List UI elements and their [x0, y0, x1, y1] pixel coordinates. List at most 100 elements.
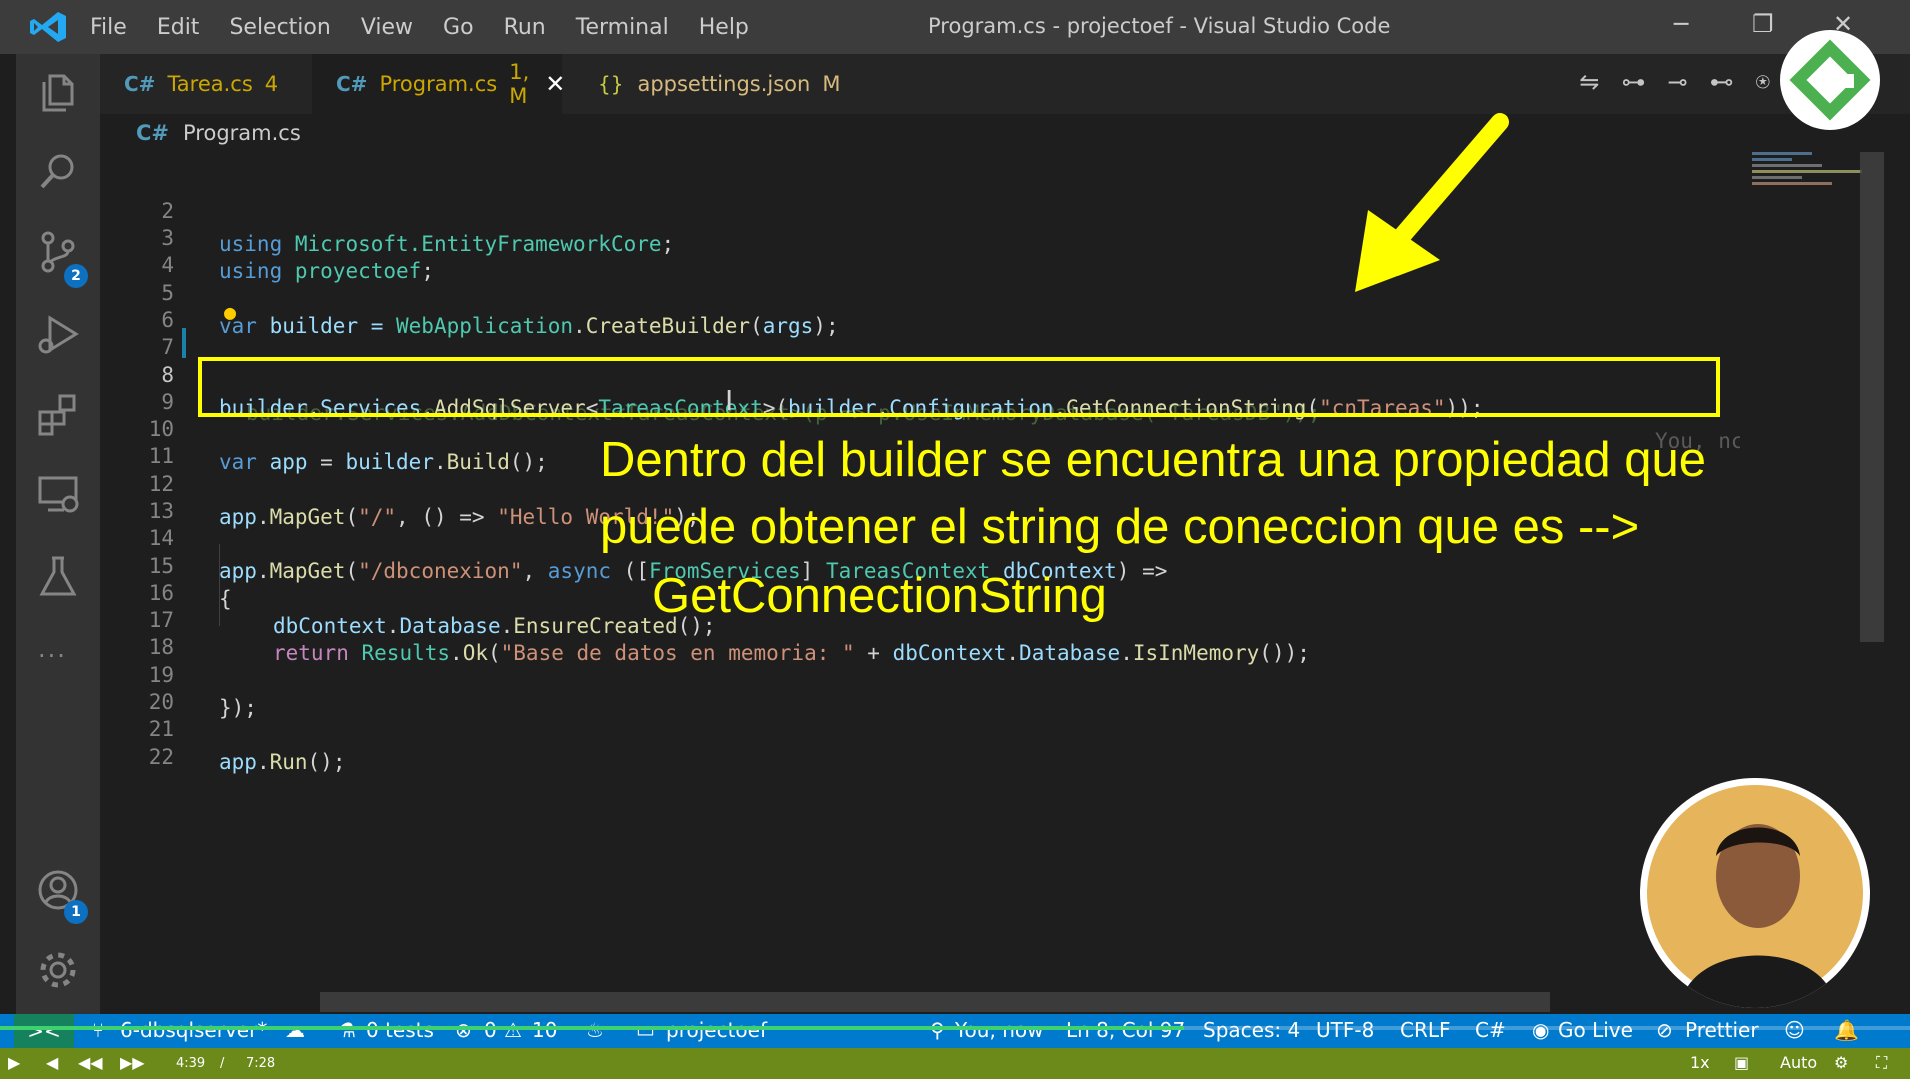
breadcrumb-file[interactable]: Program.cs: [183, 121, 301, 145]
menu-help[interactable]: Help: [699, 15, 749, 40]
fast-forward-icon[interactable]: ▶▶: [120, 1053, 145, 1072]
play-icon[interactable]: ▶: [8, 1053, 20, 1072]
tab-program-cs[interactable]: C# Program.cs 1, M ✕: [312, 54, 565, 114]
accounts-badge: 1: [64, 900, 88, 924]
volume-icon[interactable]: ◀: [46, 1053, 58, 1072]
vertical-scrollbar[interactable]: [1860, 152, 1884, 642]
annotation-line-3: GetConnectionString: [652, 569, 1107, 623]
quality-selector[interactable]: Auto: [1780, 1053, 1817, 1072]
git-branch[interactable]: 6-dbsqlserver*: [120, 1018, 267, 1042]
warning-count[interactable]: 10: [532, 1018, 557, 1042]
annotation-line-2: puede obtener el string de coneccion que…: [600, 500, 1640, 554]
editor-tab-bar: C# Tarea.cs 4 C# Program.cs 1, M ✕ {} ap…: [100, 54, 1910, 114]
duration: 7:28: [246, 1056, 276, 1071]
picture-in-picture-icon[interactable]: ▣: [1734, 1053, 1749, 1072]
menu-selection[interactable]: Selection: [229, 15, 330, 40]
language-mode[interactable]: C#: [1475, 1018, 1506, 1042]
minimize-button[interactable]: ─: [1674, 10, 1688, 38]
csharp-file-icon: C#: [124, 72, 156, 96]
time-separator: /: [220, 1056, 225, 1071]
previous-change-icon[interactable]: ⊶: [1621, 68, 1645, 96]
code-token: ();: [307, 750, 346, 774]
remote-indicator[interactable]: ><: [14, 1014, 74, 1048]
line-ending[interactable]: CRLF: [1400, 1018, 1451, 1042]
tab-label: appsettings.json: [637, 72, 811, 96]
menu-run[interactable]: Run: [504, 15, 546, 40]
run-debug-icon[interactable]: [36, 312, 80, 356]
git-modified-marker: [182, 328, 186, 358]
fullscreen-icon[interactable]: ⛶: [1876, 1053, 1887, 1073]
playback-speed[interactable]: 1x: [1690, 1053, 1710, 1072]
menu-file[interactable]: File: [90, 15, 127, 40]
search-icon[interactable]: [36, 150, 80, 194]
csharp-file-icon: C#: [336, 72, 368, 96]
git-branch-icon: ⑂: [92, 1018, 104, 1042]
annotation-line-1: Dentro del builder se encuentra una prop…: [600, 433, 1707, 487]
flame-icon[interactable]: ♨: [586, 1018, 604, 1042]
code-token: Run: [269, 750, 308, 774]
status-bar: >< ⑂ 6-dbsqlserver* ☁ ⚗ 0 tests ⊗ 0 ⚠ 10…: [0, 1014, 1910, 1048]
error-icon: ⊗: [455, 1018, 472, 1042]
timeline-icon[interactable]: ⊸: [1667, 68, 1687, 96]
channel-logo: [1780, 30, 1880, 130]
video-progress-fill: [0, 1026, 1185, 1030]
settings-icon[interactable]: ⚙: [1834, 1053, 1848, 1072]
tab-label: Tarea.cs: [167, 72, 253, 96]
activity-bar: 2 ··· 1: [16, 54, 100, 1014]
tab-appsettings-json[interactable]: {} appsettings.json M: [574, 54, 840, 114]
folder-icon: ▭: [636, 1018, 655, 1042]
remote-explorer-icon[interactable]: [36, 472, 80, 516]
tab-tarea-cs[interactable]: C# Tarea.cs 4: [100, 54, 312, 114]
prettier-button[interactable]: Prettier: [1685, 1018, 1759, 1042]
tab-status: M: [822, 72, 841, 96]
line-number: 22: [148, 745, 174, 769]
tab-status: 1, M: [509, 60, 530, 108]
cursor-position[interactable]: Ln 8, Col 97: [1066, 1018, 1185, 1042]
settings-gear-icon[interactable]: [36, 948, 80, 992]
close-tab-icon[interactable]: ✕: [545, 70, 565, 98]
menu-go[interactable]: Go: [443, 15, 474, 40]
video-player-controls: ▶ ◀ ◀◀ ▶▶ 4:39 / 7:28 1x ▣ Auto ⚙ ⛶: [0, 1048, 1910, 1079]
tab-problem-count: 4: [264, 72, 279, 96]
menu-bar: File Edit Selection View Go Run Terminal…: [90, 0, 779, 54]
project-name[interactable]: projectoef: [666, 1018, 767, 1042]
encoding[interactable]: UTF-8: [1316, 1018, 1374, 1042]
presenter-webcam: [1640, 778, 1870, 1008]
maximize-button[interactable]: ❐: [1752, 10, 1774, 38]
testing-flask-icon: ⚗: [338, 1018, 356, 1042]
open-changes-icon[interactable]: ⇋: [1579, 68, 1599, 96]
sync-icon[interactable]: ☁: [285, 1018, 305, 1042]
vscode-logo-icon: [30, 12, 66, 42]
menu-edit[interactable]: Edit: [157, 15, 200, 40]
testing-icon[interactable]: [36, 554, 80, 598]
menu-terminal[interactable]: Terminal: [576, 15, 669, 40]
notifications-bell-icon[interactable]: 🔔: [1834, 1018, 1859, 1042]
presenter-avatar-icon: [1647, 785, 1863, 1008]
next-change-icon[interactable]: ⊷: [1710, 68, 1734, 96]
lightbulb-icon[interactable]: ●: [224, 296, 236, 329]
blame-status[interactable]: You, now: [955, 1018, 1043, 1042]
feedback-icon[interactable]: ☺: [1784, 1018, 1805, 1042]
video-progress-track[interactable]: [0, 1026, 1910, 1030]
current-time: 4:39: [176, 1056, 206, 1071]
arrow-icon: [1355, 113, 1509, 292]
horizontal-scrollbar[interactable]: [320, 992, 1550, 1012]
editor-actions: ⇋ ⊶ ⊸ ⊷ ⍟: [1557, 68, 1770, 96]
indentation[interactable]: Spaces: 4: [1203, 1018, 1300, 1042]
more-icon[interactable]: ···: [38, 642, 67, 670]
code-line: 22: [100, 708, 1740, 769]
source-control-badge: 2: [64, 264, 88, 288]
tests-status[interactable]: 0 tests: [366, 1018, 434, 1042]
menu-view[interactable]: View: [361, 15, 413, 40]
go-live-button[interactable]: Go Live: [1558, 1018, 1633, 1042]
extensions-icon[interactable]: [36, 392, 80, 436]
error-count[interactable]: 0: [484, 1018, 497, 1042]
git-history-icon[interactable]: ⍟: [1756, 68, 1770, 96]
highlight-box: [198, 357, 1720, 417]
rewind-icon[interactable]: ◀◀: [78, 1053, 103, 1072]
csharp-file-icon: C#: [136, 121, 170, 145]
explorer-icon[interactable]: [36, 70, 80, 114]
breadcrumb: C# Program.cs: [100, 114, 1910, 152]
text-cursor-icon: I: [725, 384, 734, 417]
warning-icon: ⚠: [504, 1018, 522, 1042]
